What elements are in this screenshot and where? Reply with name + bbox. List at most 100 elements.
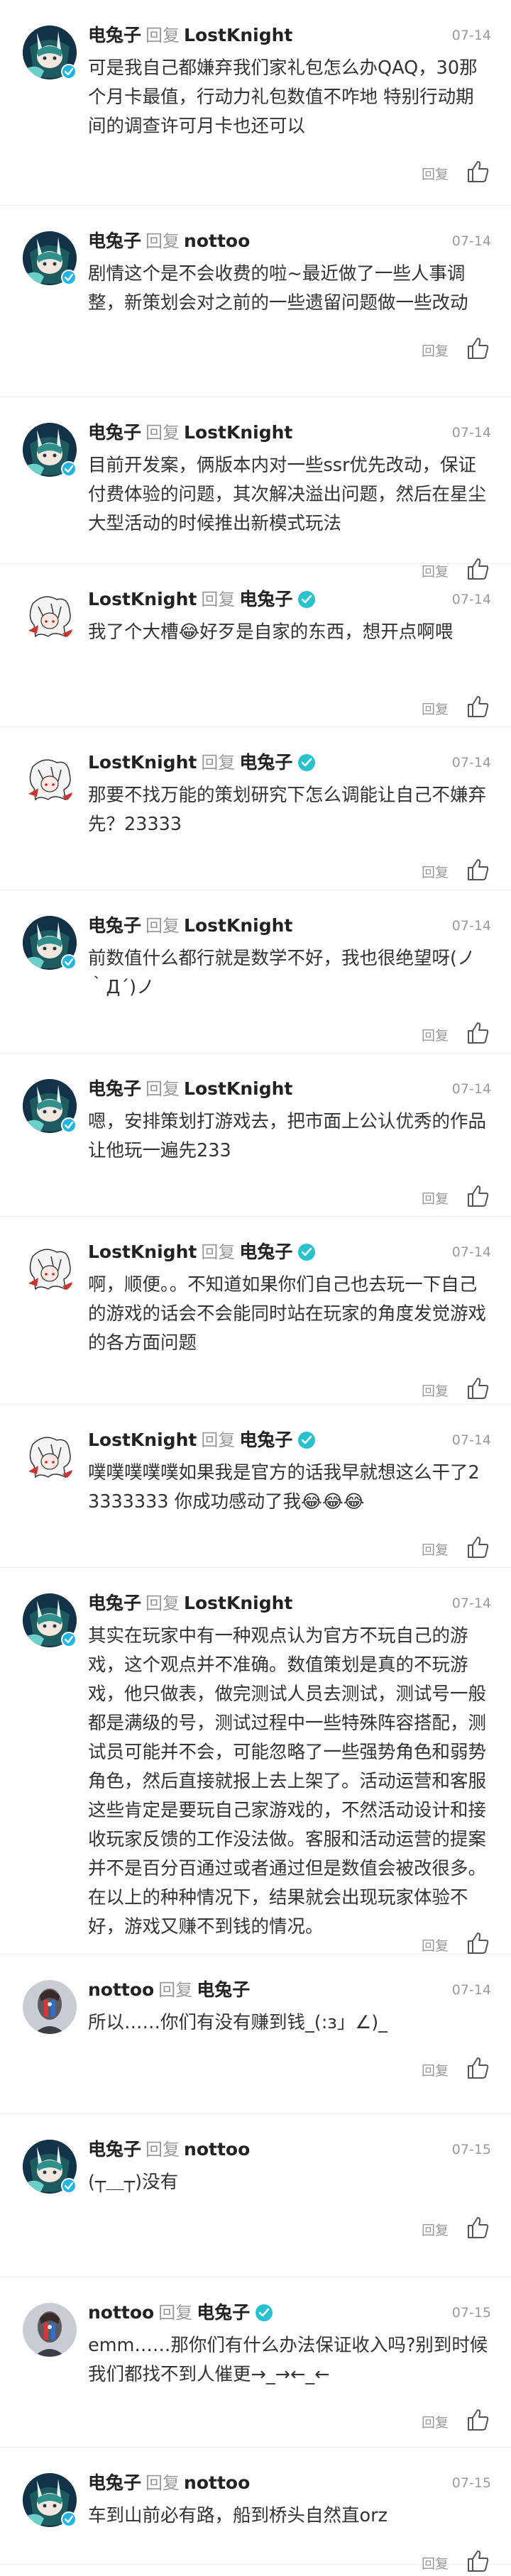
verified-icon [61, 1117, 77, 1133]
author-name[interactable]: LostKnight [88, 1430, 197, 1450]
comment-item: nottoo 回复 电兔子 07-14 所以……你们有没有赚到钱_(:з」∠)_ 回复 [0, 1955, 511, 2114]
reply-button[interactable]: 回复 [422, 164, 449, 183]
reply-button[interactable]: 回复 [422, 341, 449, 360]
reply-target-name[interactable]: 电兔子 [239, 589, 292, 609]
verified-icon [61, 270, 77, 285]
comment-text: 车到山前必有路，船到桥头自然直orz [88, 2505, 388, 2526]
avatar[interactable] [23, 2303, 77, 2357]
thumbs-up-icon[interactable] [466, 1021, 490, 1045]
comment-header: 电兔子 回复 nottoo 07-15 [88, 2471, 491, 2495]
verified-badge-icon [298, 591, 316, 608]
reply-target-name[interactable]: 电兔子 [239, 1242, 292, 1262]
verified-icon [61, 2178, 77, 2194]
comment-item: LostKnight 回复 电兔子 07-14 啊，顺便。。不知道如果你们自己也去玩一下… [0, 1217, 511, 1405]
comment-text: 所以……你们有没有赚到钱_(:з」∠)_ [88, 2012, 388, 2033]
reply-target-name[interactable]: LostKnight [184, 1593, 292, 1613]
reply-button[interactable]: 回复 [422, 1381, 449, 1400]
author-name[interactable]: 电兔子 [88, 231, 141, 251]
avatar[interactable] [23, 1242, 77, 1296]
reply-target-name[interactable]: nottoo [184, 2472, 250, 2493]
reply-button[interactable]: 回复 [422, 1935, 449, 1955]
author-name[interactable]: 电兔子 [88, 915, 141, 936]
comment-header: LostKnight 回复 电兔子 07-14 [88, 587, 491, 612]
thumbs-up-icon[interactable] [466, 1376, 490, 1400]
comment-header: LostKnight 回复 电兔子 07-14 [88, 1240, 491, 1264]
author-name[interactable]: 电兔子 [88, 2472, 141, 2493]
thumbs-up-icon[interactable] [466, 2216, 490, 2240]
verified-icon [61, 64, 77, 79]
author-name[interactable]: 电兔子 [88, 422, 141, 443]
avatar[interactable] [23, 1430, 77, 1484]
thumbs-up-icon[interactable] [466, 2408, 490, 2432]
comment-text: (┬＿┬)没有 [88, 2172, 179, 2193]
comment-header: 电兔子 回复 nottoo 07-14 [88, 229, 491, 253]
reply-target-name[interactable]: LostKnight [184, 25, 292, 45]
reply-target-name[interactable]: 电兔子 [239, 752, 292, 773]
author-name[interactable]: 电兔子 [88, 1593, 141, 1613]
reply-target-name[interactable]: LostKnight [184, 1078, 292, 1099]
thumbs-up-icon[interactable] [466, 336, 490, 360]
reply-to-label: 回复 [201, 1242, 236, 1262]
reply-button[interactable]: 回复 [422, 1025, 449, 1044]
reply-button[interactable]: 回复 [422, 2412, 449, 2431]
reply-target-name[interactable]: nottoo [184, 231, 250, 251]
reply-button[interactable]: 回复 [422, 2553, 449, 2572]
reply-to-label: 回复 [158, 1980, 193, 2000]
avatar[interactable] [23, 590, 77, 643]
reply-target-name[interactable]: nottoo [184, 2139, 250, 2160]
verified-badge-icon [298, 1244, 316, 1261]
thumbs-up-icon[interactable] [466, 695, 490, 719]
reply-button[interactable]: 回复 [422, 2220, 449, 2239]
author-name[interactable]: nottoo [88, 1979, 154, 2000]
author-name[interactable]: nottoo [88, 2302, 154, 2323]
comment-date: 07-15 [451, 2305, 491, 2321]
thumbs-up-icon[interactable] [466, 160, 490, 184]
reply-target-name[interactable]: LostKnight [184, 915, 292, 936]
verified-icon [61, 2511, 77, 2527]
comment-item: 电兔子 回复 LostKnight 07-14 目前开发案，俩版本内对一些ssr优先改动… [0, 397, 511, 580]
comment-date: 07-14 [451, 233, 491, 249]
comment-text: 目前开发案，俩版本内对一些ssr优先改动，保证付费体验的问题，其次解决溢出问题，… [88, 455, 487, 534]
author-name[interactable]: LostKnight [88, 589, 197, 609]
reply-to-label: 回复 [145, 423, 180, 443]
reply-button[interactable]: 回复 [422, 1539, 449, 1559]
reply-button[interactable]: 回复 [422, 699, 449, 718]
author-name[interactable]: LostKnight [88, 752, 197, 773]
reply-button[interactable]: 回复 [422, 2060, 449, 2079]
comment-header: LostKnight 回复 电兔子 07-14 [88, 1428, 491, 1452]
reply-to-label: 回复 [145, 2140, 180, 2160]
author-name[interactable]: 电兔子 [88, 2139, 141, 2160]
comment-text: 啊，顺便。。不知道如果你们自己也去玩一下自己的游戏的话会不会能同时站在玩家的角度… [88, 1274, 487, 1354]
reply-button[interactable]: 回复 [422, 862, 449, 881]
comment-header: 电兔子 回复 LostKnight 07-14 [88, 1077, 491, 1101]
comment-date: 07-14 [451, 425, 491, 441]
reply-target-name[interactable]: 电兔子 [197, 1979, 250, 2000]
comment-item: 电兔子 回复 LostKnight 07-14 可是我自己都嫌弃我们家礼包怎么办QAQ，… [0, 0, 511, 206]
author-name[interactable]: 电兔子 [88, 25, 141, 45]
author-name[interactable]: 电兔子 [88, 1078, 141, 1099]
thumbs-up-icon[interactable] [466, 1535, 490, 1559]
comment-item: 电兔子 回复 LostKnight 07-14 嗯，安排策划打游戏去，把市面上公认优秀的… [0, 1054, 511, 1217]
reply-target-name[interactable]: LostKnight [184, 422, 292, 443]
comment-date: 07-14 [451, 1432, 491, 1448]
comment-text: 噗噗噗噗噗如果我是官方的话我早就想这么干了23333333 你成功感动了我😂😂😂 [88, 1462, 480, 1513]
avatar[interactable] [23, 753, 77, 807]
verified-badge-icon [298, 1432, 316, 1449]
comment-date: 07-14 [451, 1596, 491, 1611]
comment-date: 07-14 [451, 755, 491, 770]
comment-item: nottoo 回复 电兔子 07-15 emm……那你们有什么办法保证收入吗?别到时候我… [0, 2277, 511, 2448]
reply-to-label: 回复 [145, 1593, 180, 1613]
comment-header: 电兔子 回复 LostKnight 07-14 [88, 421, 491, 445]
avatar[interactable] [23, 1980, 77, 2034]
reply-button[interactable]: 回复 [422, 1188, 449, 1207]
reply-target-name[interactable]: 电兔子 [239, 1430, 292, 1450]
thumbs-up-icon[interactable] [466, 858, 490, 882]
thumbs-up-icon[interactable] [466, 2549, 490, 2573]
author-name[interactable]: LostKnight [88, 1242, 197, 1262]
reply-target-name[interactable]: 电兔子 [197, 2302, 250, 2323]
thumbs-up-icon[interactable] [466, 1184, 490, 1208]
thumbs-up-icon[interactable] [466, 1931, 490, 1955]
thumbs-up-icon[interactable] [466, 2056, 490, 2080]
reply-to-label: 回复 [201, 590, 236, 609]
comment-date: 07-14 [451, 918, 491, 934]
